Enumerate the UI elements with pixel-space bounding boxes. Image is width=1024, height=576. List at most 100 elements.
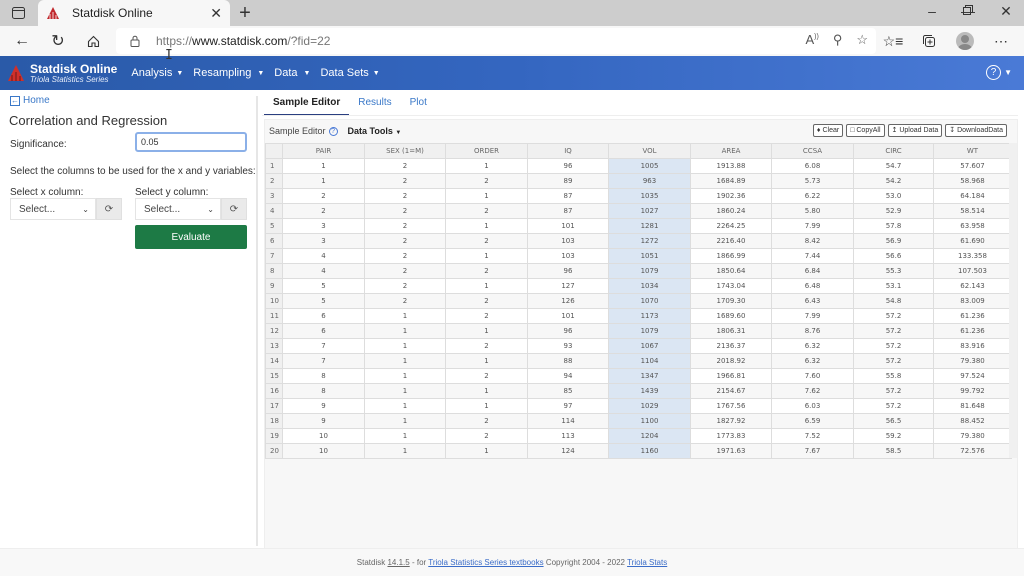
read-aloud-icon[interactable]: A)): [805, 32, 818, 48]
data-cell[interactable]: 2: [445, 413, 528, 429]
data-cell[interactable]: 1767.56: [690, 398, 772, 414]
data-cell[interactable]: 6.59: [771, 413, 854, 429]
menu-data-sets[interactable]: Data Sets ▼: [320, 67, 379, 79]
row-number[interactable]: 13: [265, 338, 283, 354]
data-cell[interactable]: 10: [282, 428, 365, 444]
add-favorite-icon[interactable]: ☆: [856, 32, 868, 48]
data-cell[interactable]: 1079: [608, 323, 691, 339]
data-cell[interactable]: 1347: [608, 368, 691, 384]
data-cell[interactable]: 1100: [608, 413, 691, 429]
data-cell[interactable]: 88: [527, 353, 609, 369]
data-cell[interactable]: 4: [282, 248, 365, 264]
data-cell[interactable]: 2: [445, 173, 528, 189]
data-cell[interactable]: 89: [527, 173, 609, 189]
data-cell[interactable]: 1067: [608, 338, 691, 354]
data-cell[interactable]: 57.607: [933, 158, 1012, 174]
data-cell[interactable]: 2: [364, 263, 446, 279]
data-cell[interactable]: 1272: [608, 233, 691, 249]
data-cell[interactable]: 7.60: [771, 368, 854, 384]
data-cell[interactable]: 83.916: [933, 338, 1012, 354]
row-number[interactable]: 7: [265, 248, 283, 264]
data-cell[interactable]: 64.184: [933, 188, 1012, 204]
data-cell[interactable]: 2264.25: [690, 218, 772, 234]
x-refresh-button[interactable]: ⟳: [96, 198, 122, 220]
data-cell[interactable]: 6: [282, 323, 365, 339]
data-cell[interactable]: 1: [445, 443, 528, 459]
column-header[interactable]: CCSA: [771, 143, 854, 159]
data-cell[interactable]: 127: [527, 278, 609, 294]
data-cell[interactable]: 6.03: [771, 398, 854, 414]
column-header[interactable]: IQ: [527, 143, 609, 159]
data-cell[interactable]: 62.143: [933, 278, 1012, 294]
data-cell[interactable]: 6.32: [771, 353, 854, 369]
data-cell[interactable]: 5: [282, 293, 365, 309]
data-cell[interactable]: 94: [527, 368, 609, 384]
data-cell[interactable]: 1: [445, 158, 528, 174]
data-cell[interactable]: 57.2: [853, 308, 934, 324]
row-number[interactable]: 12: [265, 323, 283, 339]
data-cell[interactable]: 6.48: [771, 278, 854, 294]
data-cell[interactable]: 56.5: [853, 413, 934, 429]
data-cell[interactable]: 1: [364, 338, 446, 354]
data-cell[interactable]: 52.9: [853, 203, 934, 219]
data-cell[interactable]: 1709.30: [690, 293, 772, 309]
data-cell[interactable]: 55.3: [853, 263, 934, 279]
data-cell[interactable]: 57.2: [853, 383, 934, 399]
brand[interactable]: Statdisk Online Triola Statistics Series: [7, 63, 117, 84]
data-cell[interactable]: 1773.83: [690, 428, 772, 444]
row-number[interactable]: 3: [265, 188, 283, 204]
data-cell[interactable]: 2: [364, 233, 446, 249]
data-cell[interactable]: 61.690: [933, 233, 1012, 249]
data-cell[interactable]: 1: [364, 323, 446, 339]
download-data-button[interactable]: ↧ DownloadData: [945, 124, 1007, 137]
data-cell[interactable]: 2: [445, 308, 528, 324]
data-cell[interactable]: 114: [527, 413, 609, 429]
data-cell[interactable]: 5: [282, 278, 365, 294]
data-cell[interactable]: 87: [527, 203, 609, 219]
tab-plot[interactable]: Plot: [401, 92, 436, 116]
row-number[interactable]: 9: [265, 278, 283, 294]
profile-icon[interactable]: [954, 31, 976, 51]
data-cell[interactable]: 2: [445, 338, 528, 354]
textbooks-link[interactable]: Triola Statistics Series textbooks: [428, 558, 543, 567]
window-close-icon[interactable]: ✕: [996, 3, 1016, 20]
data-cell[interactable]: 8.76: [771, 323, 854, 339]
data-cell[interactable]: 1: [445, 383, 528, 399]
data-cell[interactable]: 1035: [608, 188, 691, 204]
data-cell[interactable]: 2: [364, 158, 446, 174]
data-cell[interactable]: 1027: [608, 203, 691, 219]
data-cell[interactable]: 3: [282, 233, 365, 249]
clear-button[interactable]: ♦ Clear: [812, 124, 844, 137]
more-icon[interactable]: ⋯: [990, 31, 1012, 51]
data-cell[interactable]: 57.2: [853, 353, 934, 369]
data-cell[interactable]: 1034: [608, 278, 691, 294]
data-cell[interactable]: 6.22: [771, 188, 854, 204]
data-cell[interactable]: 1029: [608, 398, 691, 414]
data-cell[interactable]: 7.99: [771, 308, 854, 324]
data-cell[interactable]: 56.6: [853, 248, 934, 264]
row-number[interactable]: 17: [265, 398, 283, 414]
data-cell[interactable]: 79.380: [933, 428, 1012, 444]
data-cell[interactable]: 2018.92: [690, 353, 772, 369]
column-header[interactable]: SEX (1=M): [364, 143, 446, 159]
data-cell[interactable]: 1051: [608, 248, 691, 264]
data-cell[interactable]: 124: [527, 443, 609, 459]
data-cell[interactable]: 1: [364, 383, 446, 399]
data-cell[interactable]: 9: [282, 398, 365, 414]
data-cell[interactable]: 57.2: [853, 323, 934, 339]
x-column-select[interactable]: Select... ⌄: [10, 198, 96, 220]
data-cell[interactable]: 7: [282, 338, 365, 354]
data-cell[interactable]: 2: [364, 188, 446, 204]
data-cell[interactable]: 2: [445, 233, 528, 249]
data-cell[interactable]: 6.84: [771, 263, 854, 279]
data-cell[interactable]: 1966.81: [690, 368, 772, 384]
data-cell[interactable]: 133.358: [933, 248, 1012, 264]
tab-results[interactable]: Results: [349, 92, 400, 116]
data-cell[interactable]: 2154.67: [690, 383, 772, 399]
data-cell[interactable]: 963: [608, 173, 691, 189]
row-number[interactable]: 1: [265, 158, 283, 174]
data-cell[interactable]: 61.236: [933, 308, 1012, 324]
data-cell[interactable]: 1: [364, 428, 446, 444]
favorites-icon[interactable]: ☆≡: [882, 31, 904, 51]
data-cell[interactable]: 63.958: [933, 218, 1012, 234]
